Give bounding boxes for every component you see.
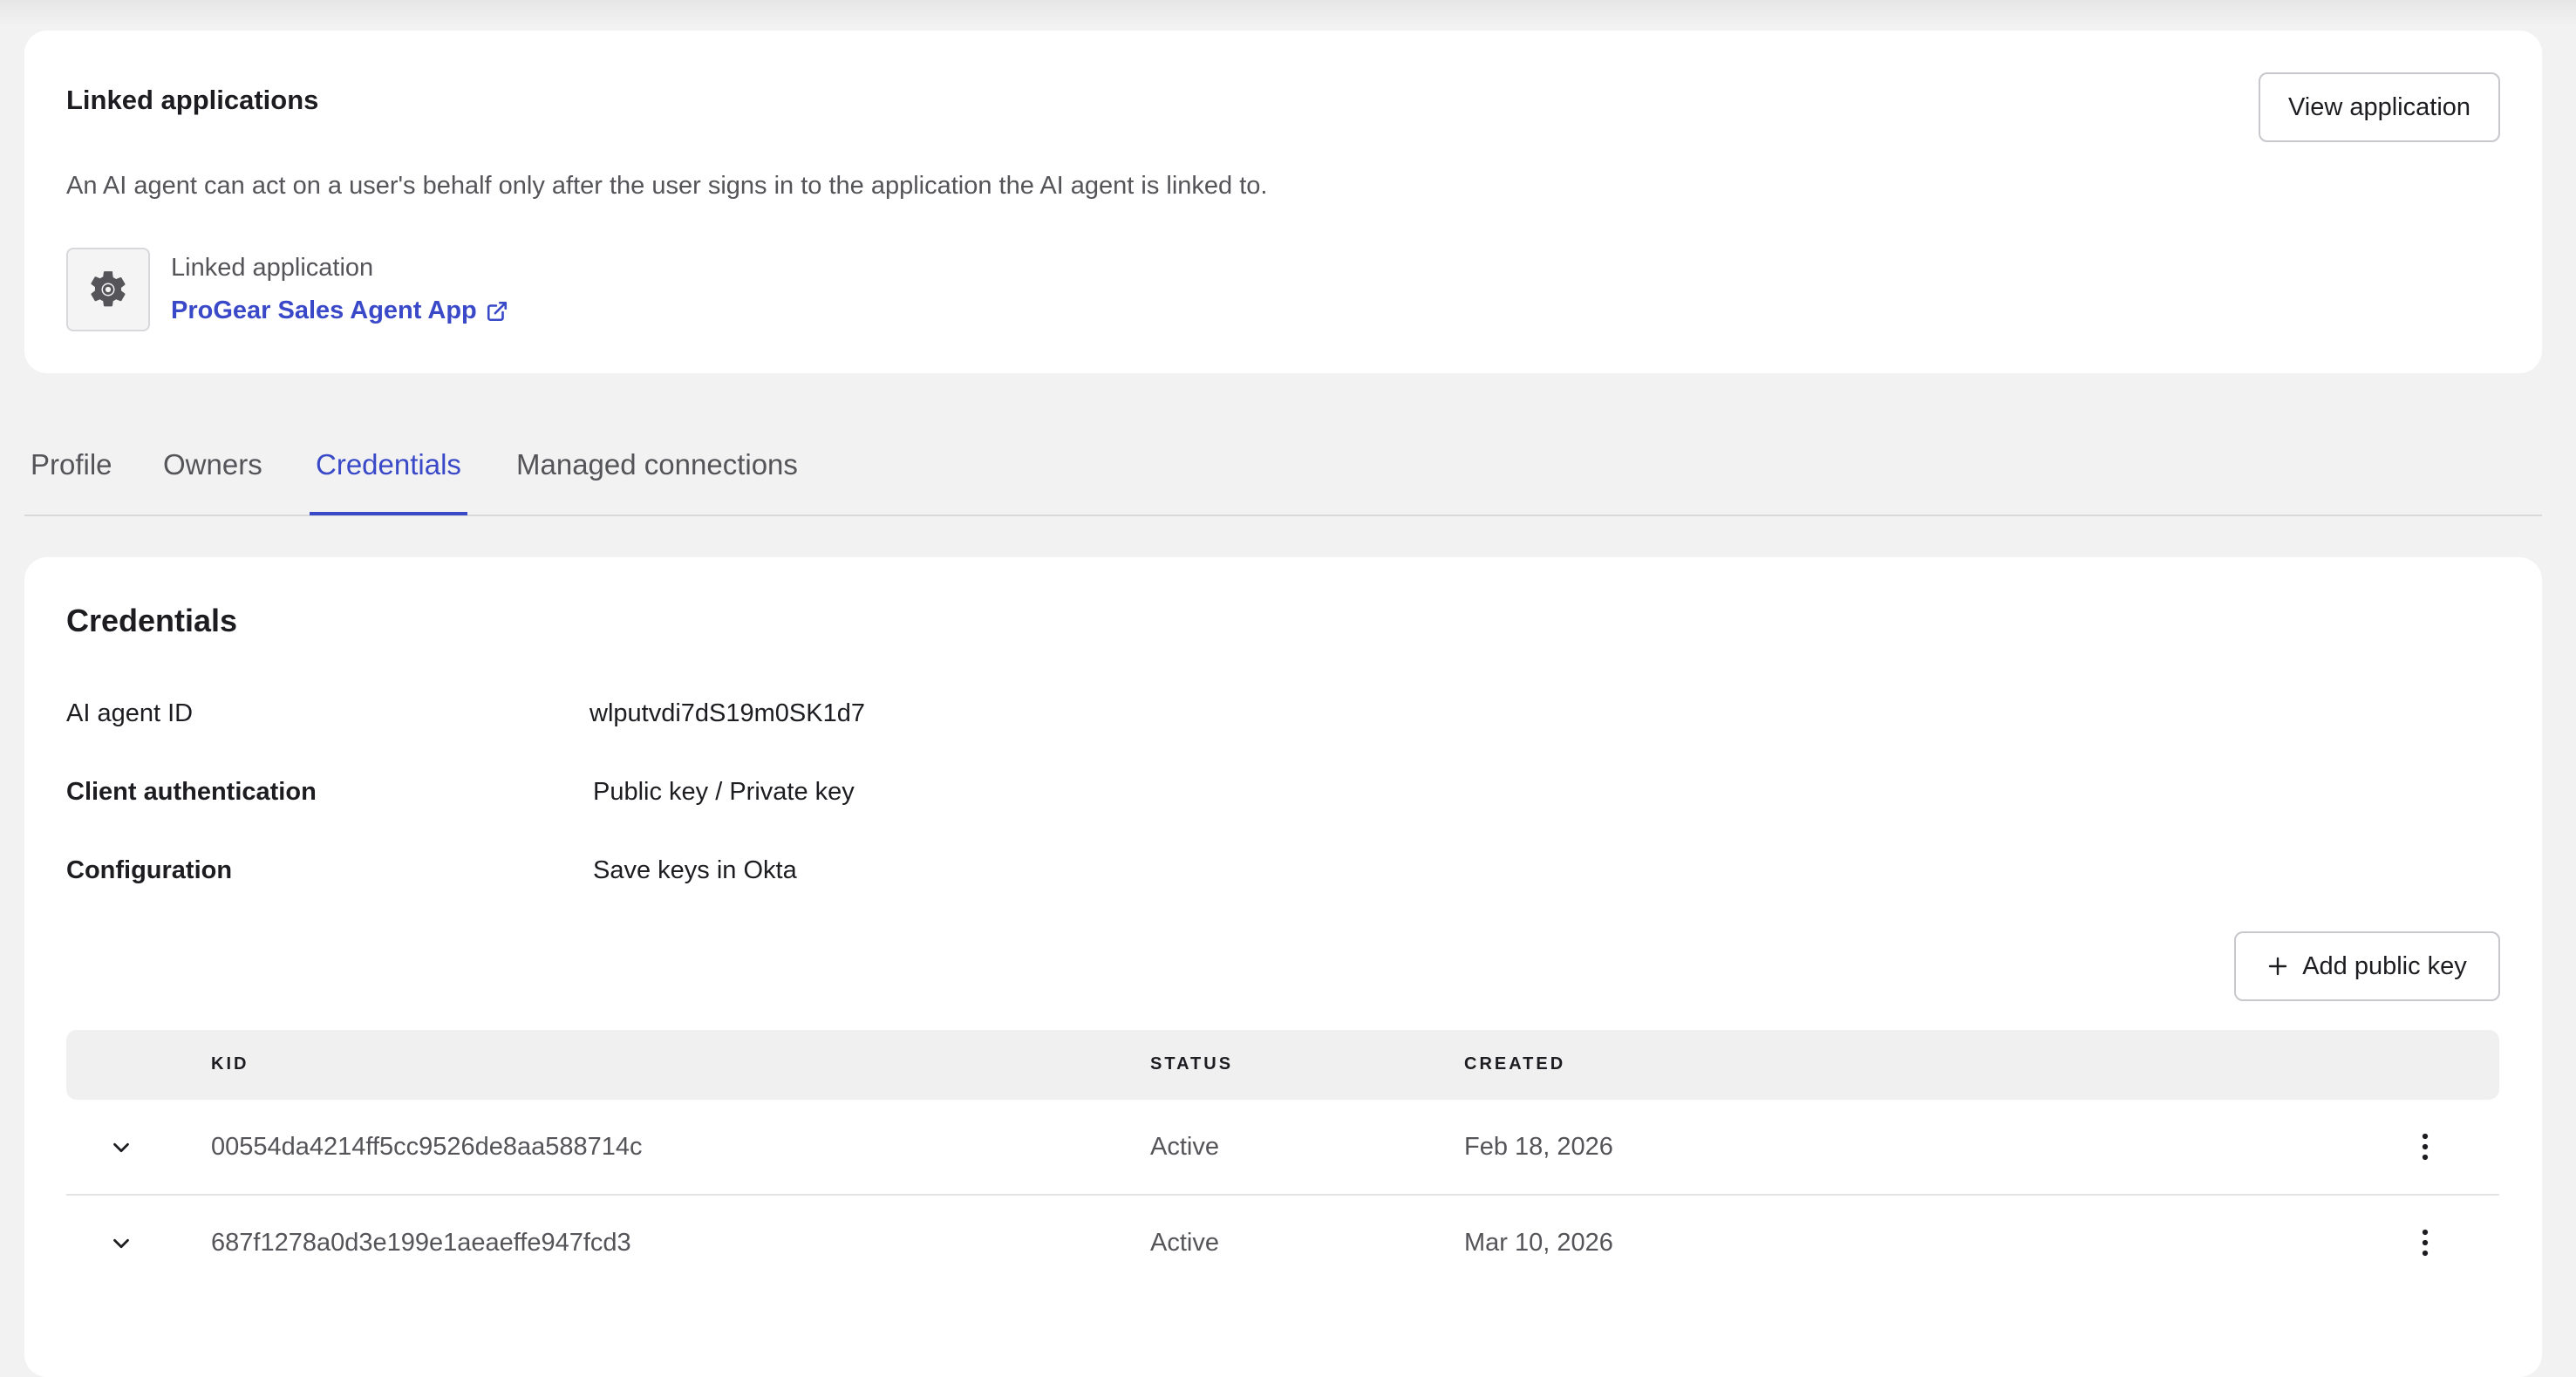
row-created: Mar 10, 2026 — [1464, 1229, 1613, 1257]
gear-icon — [91, 271, 126, 307]
linked-application-link[interactable]: ProGear Sales Agent App — [171, 297, 508, 325]
credentials-title: Credentials — [66, 603, 238, 638]
chevron-down-icon[interactable] — [108, 1230, 134, 1257]
client-authentication-label: Client authentication — [66, 778, 317, 806]
tab-bar: Profile Owners Credentials Managed conne… — [24, 436, 2542, 516]
linked-applications-title: Linked applications — [66, 85, 319, 115]
column-header-created[interactable]: CREATED — [1464, 1054, 1565, 1074]
ai-agent-id-value: wlputvdi7dS19m0SK1d7 — [589, 699, 865, 727]
tab-credentials[interactable]: Credentials — [310, 448, 467, 515]
more-actions-icon[interactable] — [2412, 1227, 2438, 1258]
linked-application-name[interactable]: ProGear Sales Agent App — [171, 297, 477, 325]
table-row: 687f1278a0d3e199e1aeaeffe947fcd3 Active … — [66, 1196, 2499, 1290]
add-public-key-label[interactable]: Add public key — [2302, 952, 2467, 981]
row-status: Active — [1150, 1133, 1219, 1161]
client-authentication-value: Public key / Private key — [593, 778, 855, 806]
linked-application-label: Linked application — [171, 254, 374, 282]
column-header-kid[interactable]: KID — [211, 1054, 249, 1074]
ai-agent-id-label: AI agent ID — [66, 699, 194, 727]
row-kid: 00554da4214ff5cc9526de8aa588714c — [211, 1133, 643, 1161]
external-link-icon — [487, 301, 507, 321]
keys-table-header: KID STATUS CREATED — [66, 1030, 2499, 1100]
credentials-card: Credentials AI agent ID wlputvdi7dS19m0S… — [24, 557, 2542, 1377]
tab-managed-connections[interactable]: Managed connections — [510, 448, 804, 513]
row-kid: 687f1278a0d3e199e1aeaeffe947fcd3 — [211, 1229, 631, 1257]
configuration-value: Save keys in Okta — [593, 856, 797, 884]
view-application-button[interactable]: View application — [2259, 72, 2500, 142]
configuration-label: Configuration — [66, 856, 233, 884]
add-public-key-button[interactable]: Add public key — [2234, 931, 2500, 1001]
top-shade — [0, 0, 2576, 26]
linked-applications-description: An AI agent can act on a user's behalf o… — [66, 172, 1268, 200]
tab-owners[interactable]: Owners — [157, 448, 269, 513]
column-header-status[interactable]: STATUS — [1150, 1054, 1233, 1074]
row-status: Active — [1150, 1229, 1219, 1257]
plus-icon — [2268, 957, 2287, 976]
linked-applications-card: Linked applications View application An … — [24, 31, 2542, 373]
app-logo — [66, 248, 150, 331]
table-row: 00554da4214ff5cc9526de8aa588714c Active … — [66, 1100, 2499, 1196]
more-actions-icon[interactable] — [2412, 1131, 2438, 1162]
tab-profile[interactable]: Profile — [24, 448, 119, 513]
row-created: Feb 18, 2026 — [1464, 1133, 1613, 1161]
chevron-down-icon[interactable] — [108, 1135, 134, 1161]
